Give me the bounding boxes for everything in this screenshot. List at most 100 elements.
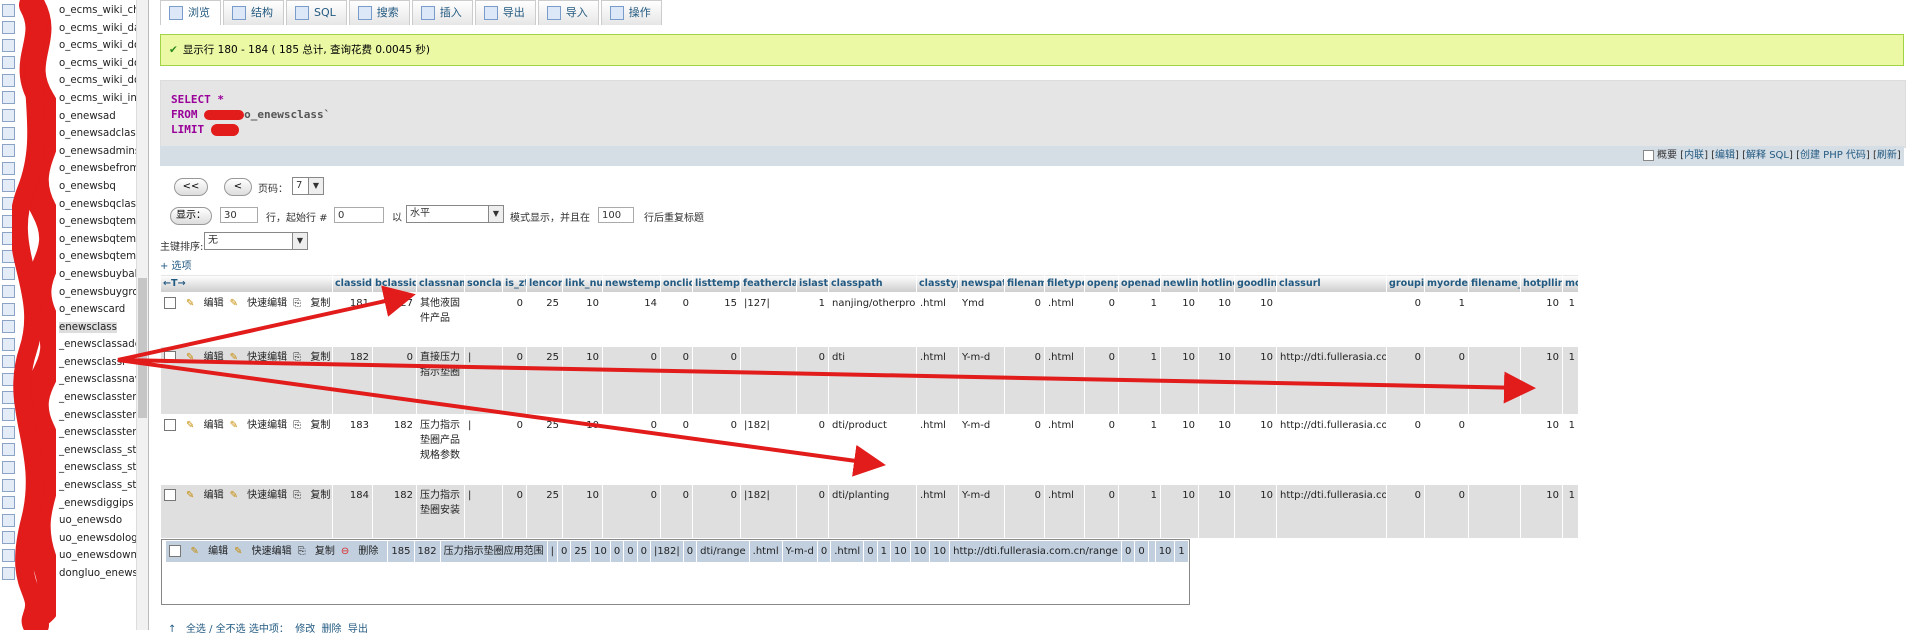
cell-classtype[interactable]: .html bbox=[916, 292, 959, 347]
column-header-classid[interactable]: classid bbox=[332, 274, 373, 293]
cell-openpl[interactable]: 0 bbox=[1084, 414, 1119, 485]
cell-groupid[interactable]: 0 bbox=[1386, 346, 1425, 415]
options-link[interactable]: + 选项 bbox=[160, 257, 192, 272]
row-copy-link[interactable]: ⎘ 复制 bbox=[293, 490, 330, 501]
cell-filename_qz[interactable] bbox=[1468, 292, 1521, 347]
cell-listtempid[interactable]: 0 bbox=[692, 414, 741, 485]
cell-lencord[interactable]: 25 bbox=[526, 414, 563, 485]
cell-hotline[interactable]: 10 bbox=[1198, 346, 1235, 415]
cell-newspath[interactable]: Ymd bbox=[958, 292, 1005, 347]
cell-onclick[interactable]: 0 bbox=[660, 346, 693, 415]
cell-filetype[interactable]: .html bbox=[1044, 346, 1085, 415]
cell-newline[interactable]: 10 bbox=[1160, 484, 1199, 539]
profile-checkbox[interactable] bbox=[1642, 149, 1654, 161]
cell-islast[interactable]: 1 bbox=[796, 292, 829, 347]
cell-filename[interactable]: 0 bbox=[1004, 484, 1045, 539]
cell-groupid[interactable]: 0 bbox=[1386, 484, 1425, 539]
cell-islast[interactable]: 0 bbox=[682, 540, 698, 563]
cell-myorder[interactable]: 0 bbox=[1424, 414, 1469, 485]
cell-classid[interactable]: 183 bbox=[332, 414, 373, 485]
column-header-lencord[interactable]: lencord bbox=[526, 274, 563, 293]
cell-openpl[interactable]: 0 bbox=[1084, 346, 1119, 415]
create-php-link[interactable]: 创建 PHP 代码 bbox=[1800, 150, 1866, 161]
row-edit-link[interactable]: ✎ 编辑 bbox=[186, 490, 224, 501]
cell-classpath[interactable]: dti/planting bbox=[828, 484, 917, 539]
cell-newline[interactable]: 10 bbox=[1160, 346, 1199, 415]
row-copy-link[interactable]: ⎘ 复制 bbox=[298, 546, 335, 557]
cell-featherclass[interactable]: |182| bbox=[740, 484, 797, 539]
cell-modid[interactable]: 1 bbox=[1562, 346, 1579, 415]
cell-openadd[interactable]: 1 bbox=[1118, 414, 1161, 485]
cell-classname[interactable]: 压力指示垫圈产品规格参数 bbox=[416, 414, 465, 485]
column-header-classname[interactable]: classname bbox=[416, 274, 465, 293]
cell-classid[interactable]: 185 bbox=[387, 540, 415, 563]
column-header-newspath[interactable]: newspath bbox=[958, 274, 1005, 293]
cell-modid[interactable]: 1 bbox=[1562, 484, 1579, 539]
cell-newspath[interactable]: Y-m-d bbox=[958, 414, 1005, 485]
cell-openadd[interactable]: 1 bbox=[1118, 484, 1161, 539]
row-checkbox[interactable] bbox=[164, 419, 176, 431]
row-delete-link[interactable]: ⊖ 删除 bbox=[341, 546, 379, 557]
column-header-listtempid[interactable]: listtempid bbox=[692, 274, 741, 293]
column-header-openpl[interactable]: openpl bbox=[1084, 274, 1119, 293]
column-header-bclassid[interactable]: bclassid bbox=[372, 274, 417, 293]
cell-myorder[interactable]: 0 bbox=[1424, 484, 1469, 539]
table-row[interactable]: ✎ 编辑✎ 快速编辑⎘ 复制⊖ 删除181127其他液固件产品025101401… bbox=[160, 292, 1579, 347]
sort-select[interactable]: 无 ▼ bbox=[204, 232, 308, 250]
row-checkbox[interactable] bbox=[164, 297, 176, 309]
cell-is_zt[interactable]: 0 bbox=[502, 484, 527, 539]
cell-hotplline[interactable]: 10 bbox=[1520, 292, 1563, 347]
cell-hotplline[interactable]: 10 bbox=[1520, 346, 1563, 415]
prev-page-button[interactable]: < bbox=[224, 178, 252, 196]
column-header-classurl[interactable]: classurl bbox=[1276, 274, 1387, 293]
row-edit-link[interactable]: ✎ 编辑 bbox=[186, 420, 224, 431]
row-edit-link[interactable]: ✎ 编辑 bbox=[191, 546, 229, 557]
row-quick-edit-link[interactable]: ✎ 快速编辑 bbox=[230, 298, 288, 309]
column-header-newline[interactable]: newline bbox=[1160, 274, 1199, 293]
row-checkbox[interactable] bbox=[168, 545, 181, 557]
cell-sonclass[interactable] bbox=[464, 292, 503, 347]
row-edit-link[interactable]: ✎ 编辑 bbox=[186, 352, 224, 363]
row-copy-link[interactable]: ⎘ 复制 bbox=[293, 420, 330, 431]
cell-lencord[interactable]: 25 bbox=[526, 292, 563, 347]
column-header-openadd[interactable]: openadd bbox=[1118, 274, 1161, 293]
cell-filename_qz[interactable] bbox=[1468, 346, 1521, 415]
cell-modid[interactable]: 1 bbox=[1562, 414, 1579, 485]
cell-openadd[interactable]: 1 bbox=[876, 540, 891, 563]
column-header-modid[interactable]: modid bbox=[1562, 274, 1579, 293]
refresh-link[interactable]: 刷新 bbox=[1877, 150, 1897, 161]
cell-featherclass[interactable]: |127| bbox=[740, 292, 797, 347]
cell-newspath[interactable]: Y-m-d bbox=[781, 540, 818, 563]
cell-filename[interactable]: 0 bbox=[1004, 292, 1045, 347]
cell-newstempid[interactable]: 0 bbox=[609, 540, 625, 563]
cell-groupid[interactable]: 0 bbox=[1386, 414, 1425, 485]
cell-classurl[interactable]: http://dti.fullerasia.com.cn bbox=[1276, 346, 1387, 415]
cell-bclassid[interactable]: 0 bbox=[372, 346, 417, 415]
column-controls-header[interactable]: ←T→ bbox=[160, 274, 333, 293]
column-header-hotline[interactable]: hotline bbox=[1198, 274, 1235, 293]
cell-newline[interactable]: 10 bbox=[1160, 292, 1199, 347]
cell-filetype[interactable]: .html bbox=[1044, 484, 1085, 539]
table-row[interactable]: ✎ 编辑✎ 快速编辑⎘ 复制⊖ 删除184182压力指示垫圈安装|0251000… bbox=[160, 484, 1579, 539]
cell-classurl[interactable]: http://dti.fullerasia.com.cn/product bbox=[1276, 414, 1387, 485]
row-quick-edit-link[interactable]: ✎ 快速编辑 bbox=[230, 352, 288, 363]
column-header-featherclass[interactable]: featherclass bbox=[740, 274, 797, 293]
cell-goodline[interactable]: 10 bbox=[1234, 414, 1277, 485]
cell-onclick[interactable]: 0 bbox=[660, 414, 693, 485]
cell-classtype[interactable]: .html bbox=[748, 540, 783, 563]
column-header-goodline[interactable]: goodline bbox=[1234, 274, 1277, 293]
cell-newstempid[interactable]: 0 bbox=[602, 346, 661, 415]
cell-islast[interactable]: 0 bbox=[796, 484, 829, 539]
cell-bclassid[interactable]: 127 bbox=[372, 292, 417, 347]
cell-hotplline[interactable]: 10 bbox=[1154, 540, 1176, 563]
cell-classname[interactable]: 其他液固件产品 bbox=[416, 292, 465, 347]
display-mode-select[interactable]: 水平 ▼ bbox=[406, 205, 504, 223]
cell-is_zt[interactable]: 0 bbox=[502, 292, 527, 347]
column-header-classpath[interactable]: classpath bbox=[828, 274, 917, 293]
cell-classpath[interactable]: dti bbox=[828, 346, 917, 415]
table-row[interactable]: ✎ 编辑✎ 快速编辑⎘ 复制⊖ 删除183182压力指示垫圈产品规格参数|025… bbox=[160, 414, 1579, 485]
tab-structure[interactable]: 结构 bbox=[223, 0, 284, 25]
cell-openadd[interactable]: 1 bbox=[1118, 292, 1161, 347]
cell-sonclass[interactable]: | bbox=[464, 484, 503, 539]
cell-listtempid[interactable]: 0 bbox=[692, 346, 741, 415]
